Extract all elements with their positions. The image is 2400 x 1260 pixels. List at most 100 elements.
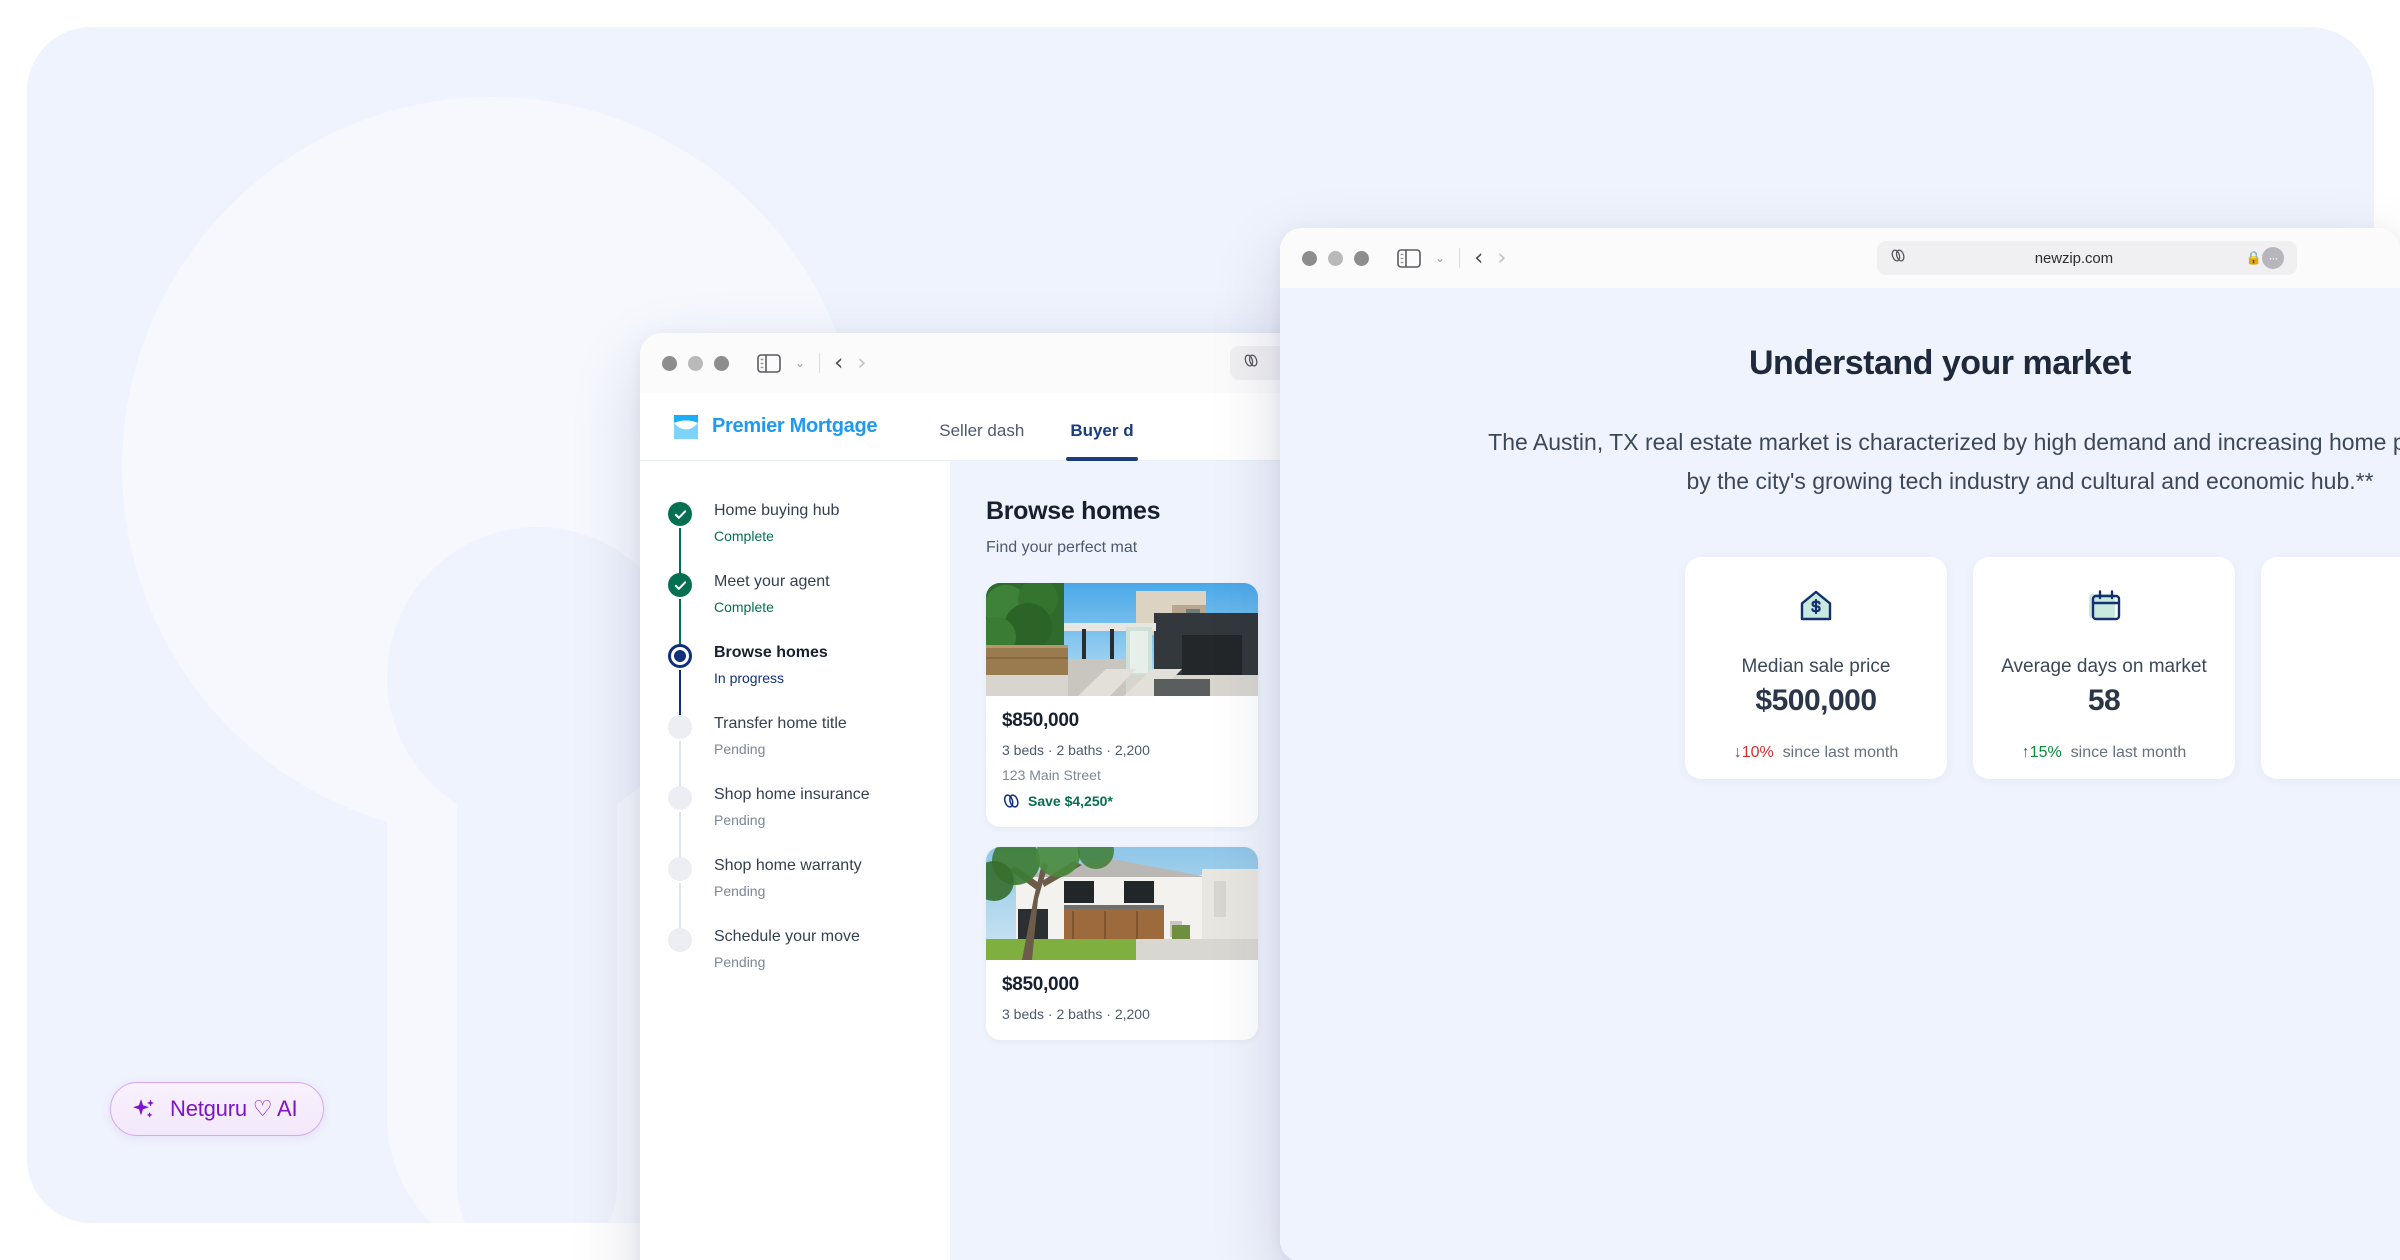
step-connector — [679, 528, 681, 575]
step-item-meet-your-agent[interactable]: Meet your agent Complete — [668, 572, 950, 646]
step-item-shop-home-insurance[interactable]: Shop home insurance Pending — [668, 785, 950, 859]
screenshot-root: ⌄ ‹ › Premier Mortgage Seller dash Buyer… — [0, 0, 2400, 1260]
forward-button[interactable]: › — [1497, 246, 1506, 270]
step-connector — [679, 670, 681, 717]
close-window-button[interactable] — [662, 355, 677, 371]
chevron-down-icon[interactable]: ⌄ — [1435, 252, 1445, 264]
step-status: Pending — [714, 741, 766, 757]
maximize-window-button[interactable] — [1354, 250, 1369, 266]
browser-window-newzip: ⌄ ‹ › newzip.com 🔒 ··· Understand your m… — [1280, 228, 2400, 1260]
step-status: Complete — [714, 528, 774, 544]
forward-button[interactable]: › — [857, 351, 866, 375]
home-card[interactable]: $850,000 3 beds · 2 baths · 2,200 — [986, 847, 1258, 1040]
minimize-window-button[interactable] — [1328, 250, 1343, 266]
home-savings-label: Save $4,250* — [1028, 793, 1113, 809]
lock-icon: 🔒 — [2245, 250, 2262, 265]
home-card[interactable]: $850,000 3 beds · 2 baths · 2,200 123 Ma… — [986, 583, 1258, 827]
stat-label: Median sale price — [1741, 656, 1891, 677]
maximize-window-button[interactable] — [714, 355, 729, 371]
netguru-ai-badge[interactable]: Netguru ♡ AI — [110, 1082, 325, 1136]
pending-step-icon — [668, 928, 692, 952]
newzip-extension-icon[interactable] — [1243, 354, 1260, 372]
step-title: Shop home insurance — [714, 786, 870, 803]
right-address-bar[interactable]: newzip.com 🔒 ··· — [1877, 241, 2297, 275]
modern-house-carport-photo — [986, 583, 1258, 696]
stat-delta-suffix: since last month — [2070, 744, 2187, 761]
pending-step-icon — [668, 786, 692, 810]
step-title: Meet your agent — [714, 573, 830, 590]
pending-step-icon — [668, 715, 692, 739]
home-savings-badge: Save $4,250* — [1002, 793, 1242, 809]
stat-delta-value: 10% — [1741, 744, 1774, 761]
calendar-icon — [2082, 583, 2126, 632]
brand-name: Premier Mortgage — [712, 415, 878, 437]
home-address: 123 Main Street — [1002, 767, 1101, 783]
market-stat-cards: Median sale price $500,000 ↓10% since la… — [1280, 557, 2400, 779]
step-list: Home buying hub Complete Meet your agent… — [640, 501, 950, 987]
stat-delta: ↓10% since last month — [1734, 744, 1899, 762]
step-connector — [679, 812, 681, 859]
brand-lockup[interactable]: Premier Mortgage — [672, 414, 878, 440]
step-status: Pending — [714, 883, 766, 899]
market-heading: Understand your market — [1749, 344, 2132, 382]
home-price: $850,000 — [1002, 974, 1079, 995]
step-title: Shop home warranty — [714, 857, 862, 874]
step-status: Pending — [714, 812, 766, 828]
market-page-body: Understand your market The Austin, TX re… — [1280, 288, 2400, 1260]
progress-sidebar: Home buying hub Complete Meet your agent… — [640, 461, 950, 1260]
close-window-button[interactable] — [1302, 250, 1317, 266]
stat-label: Average days on market — [2001, 656, 2207, 677]
stat-delta-suffix: since last month — [1782, 744, 1899, 761]
market-description: The Austin, TX real estate market is cha… — [1488, 429, 2400, 494]
step-connector — [679, 741, 681, 788]
home-specs: 3 beds · 2 baths · 2,200 — [1002, 1006, 1150, 1022]
stat-card-third-clipped[interactable] — [2261, 557, 2400, 779]
stat-value: $500,000 — [1755, 684, 1877, 717]
premier-mortgage-logo-icon — [672, 414, 700, 440]
check-circle-icon — [668, 573, 692, 597]
sparkle-icon — [131, 1096, 157, 1122]
step-item-browse-homes[interactable]: Browse homes In progress — [668, 643, 950, 717]
stat-delta-value: 15% — [2029, 744, 2062, 761]
step-item-shop-home-warranty[interactable]: Shop home warranty Pending — [668, 856, 950, 930]
chevron-down-icon[interactable]: ⌄ — [795, 357, 805, 369]
step-title: Home buying hub — [714, 502, 840, 519]
stat-card-median-sale-price[interactable]: Median sale price $500,000 ↓10% since la… — [1685, 557, 1947, 779]
stat-card-average-days-on-market[interactable]: Average days on market 58 ↑15% since las… — [1973, 557, 2235, 779]
newzip-extension-icon[interactable] — [1890, 249, 1907, 267]
step-item-home-buying-hub[interactable]: Home buying hub Complete — [668, 501, 950, 575]
right-chrome-tools: ⌄ ‹ › — [1397, 246, 1506, 270]
step-status: In progress — [714, 670, 785, 686]
step-status: Complete — [714, 599, 774, 615]
pending-step-icon — [668, 857, 692, 881]
right-url-text: newzip.com — [2034, 249, 2113, 267]
step-status: Pending — [714, 954, 766, 970]
step-item-schedule-your-move[interactable]: Schedule your move Pending — [668, 927, 950, 987]
stat-value: 58 — [2087, 684, 2121, 717]
step-title: Transfer home title — [714, 715, 847, 732]
right-browser-chrome: ⌄ ‹ › newzip.com 🔒 ··· — [1280, 228, 2400, 288]
netguru-ai-label: Netguru ♡ AI — [170, 1096, 298, 1121]
tab-seller-dash[interactable]: Seller dash — [939, 421, 1024, 461]
white-two-story-house-photo — [986, 847, 1258, 960]
current-step-icon — [668, 644, 692, 668]
home-card-info: $850,000 3 beds · 2 baths · 2,200 123 Ma… — [986, 696, 1258, 827]
arrow-up-icon: ↑ — [2021, 744, 2030, 761]
sidebar-icon[interactable] — [1397, 248, 1421, 268]
tab-buyer-dash[interactable]: Buyer d — [1066, 421, 1138, 461]
minimize-window-button[interactable] — [688, 355, 703, 371]
step-item-transfer-home-title[interactable]: Transfer home title Pending — [668, 714, 950, 788]
more-options-icon[interactable]: ··· — [2262, 247, 2284, 269]
step-connector — [679, 599, 681, 646]
newzip-logo-icon — [1002, 794, 1021, 808]
right-traffic-lights[interactable] — [1302, 250, 1369, 266]
sidebar-icon[interactable] — [757, 353, 781, 373]
app-tabs: Seller dash Buyer d — [939, 393, 1138, 461]
toolbar-divider — [819, 353, 821, 373]
toolbar-divider — [1459, 248, 1461, 268]
check-circle-icon — [668, 502, 692, 526]
back-button[interactable]: ‹ — [1474, 246, 1483, 270]
left-traffic-lights[interactable] — [662, 355, 729, 371]
back-button[interactable]: ‹ — [834, 351, 843, 375]
home-specs: 3 beds · 2 baths · 2,200 — [1002, 742, 1150, 758]
